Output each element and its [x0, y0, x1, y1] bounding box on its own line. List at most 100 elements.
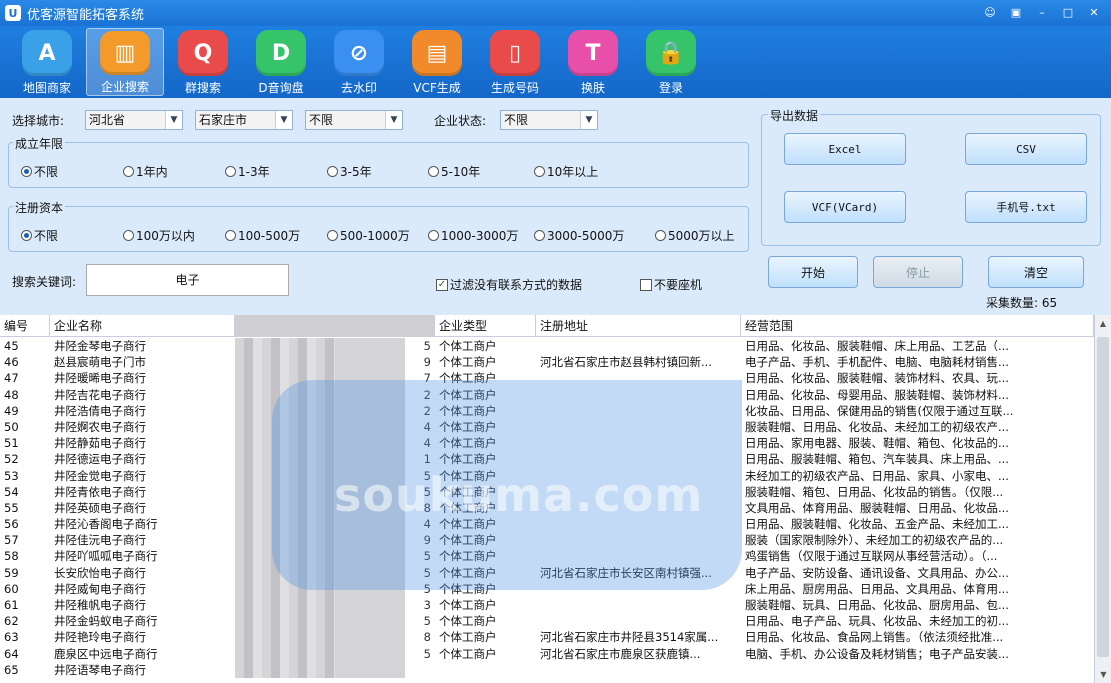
clear-button[interactable]: 清空	[988, 256, 1084, 288]
capital-option-4[interactable]: 1000-3000万	[428, 227, 518, 244]
table-row[interactable]: 56 井陉沁香阁电子商行 4 个体工商户 日用品、服装鞋帽、化妆品、五金产品、未经加工.…	[0, 516, 1094, 533]
radio-label: 5-10年	[441, 165, 481, 179]
table-row[interactable]: 45 井陉金琴电子商行 5 个体工商户 日用品、化妆品、服装鞋帽、床上用品、工艺品（..…	[0, 338, 1094, 355]
table-row[interactable]: 50 井陉婀农电子商行 4 个体工商户 服装鞋帽、日用品、化妆品、未经加工的初级农产..…	[0, 418, 1094, 436]
column-header-6[interactable]: 经营范围	[741, 315, 1094, 337]
capital-option-5[interactable]: 3000-5000万	[534, 227, 624, 244]
export-phone-txt-button[interactable]: 手机号.txt	[965, 191, 1087, 223]
toolbar-item-1[interactable]: A 地图商家	[8, 26, 86, 96]
founded-option-0[interactable]: 不限	[21, 163, 58, 180]
table-row[interactable]: 65 井陉语琴电子商行	[0, 661, 1094, 678]
toolbar-label: 企业搜索	[100, 80, 149, 94]
capital-option-1[interactable]: 100万以内	[123, 227, 195, 244]
title-bar: U 优客源智能拓客系统 ☺ ▣ – □ ✕	[0, 0, 1111, 26]
table-cell: 56	[4, 517, 19, 532]
capital-option-6[interactable]: 5000万以上	[655, 227, 735, 244]
city-select[interactable]: 石家庄市 ▼	[195, 110, 293, 130]
watermark-icon: ⊘	[334, 30, 384, 76]
table-cell: 个体工商户	[439, 339, 497, 353]
app-logo-icon: U	[5, 5, 21, 21]
table-cell: 井陉吉花电子商行	[54, 387, 146, 402]
scroll-down-icon[interactable]: ▼	[1095, 666, 1111, 683]
minimize-icon[interactable]: –	[1031, 3, 1053, 21]
table-row[interactable]: 58 井陉吖呱呱电子商行 5 个体工商户 鸡蛋销售（仅限于通过互联网从事经营活动）。（.…	[0, 548, 1094, 565]
founded-option-4[interactable]: 5-10年	[428, 163, 480, 180]
capital-option-3[interactable]: 500-1000万	[327, 227, 410, 244]
table-row[interactable]: 63 井陉艳玲电子商行 8 个体工商户 河北省石家庄市井陉县3514家属... 日用品、化…	[0, 629, 1094, 646]
capital-option-2[interactable]: 100-500万	[225, 227, 300, 244]
vertical-scrollbar[interactable]: ▲ ▼	[1094, 315, 1111, 683]
table-cell	[536, 662, 741, 678]
start-button[interactable]: 开始	[768, 256, 858, 288]
table-cell	[235, 564, 335, 581]
menu-icon[interactable]: ▣	[1005, 3, 1027, 21]
founded-option-1[interactable]: 1年内	[123, 163, 168, 180]
table-row[interactable]: 57 井陉佳沅电子商行 9 个体工商户 服装（国家限制除外）、未经加工的初级农产品的..…	[0, 532, 1094, 549]
table-cell: 65	[4, 662, 19, 677]
status-select[interactable]: 不限 ▼	[500, 110, 598, 130]
table-row[interactable]: 59 长安欣怡电子商行 5 个体工商户 河北省石家庄市长安区南村镇强... 电子产品、安防…	[0, 564, 1094, 581]
maximize-icon[interactable]: □	[1057, 3, 1079, 21]
radio-icon	[327, 230, 338, 241]
column-header-5[interactable]: 注册地址	[536, 315, 741, 337]
table-cell: 9	[335, 532, 435, 549]
radio-label: 不限	[34, 165, 59, 179]
capital-option-0[interactable]: 不限	[21, 227, 58, 244]
table-row[interactable]: 60 井陉威甸电子商行 5 个体工商户 床上用品、厨房用品、日用品、文具用品、体育用..…	[0, 580, 1094, 597]
table-cell: 井陉金觉电子商行	[54, 468, 146, 483]
table-row[interactable]: 64 鹿泉区中远电子商行 5 个体工商户 河北省石家庄市鹿泉区获鹿镇... 电脑、手机、办…	[0, 645, 1094, 662]
table-cell	[235, 418, 335, 436]
stop-button[interactable]: 停止	[873, 256, 963, 288]
column-header-1[interactable]: 企业名称	[50, 315, 235, 337]
skin-icon[interactable]: ☺	[979, 3, 1001, 21]
table-row[interactable]: 61 井陉稚帆电子商行 3 个体工商户 服装鞋帽、玩具、日用品、化妆品、厨房用品、包..…	[0, 597, 1094, 614]
export-vcf-button[interactable]: VCF(VCard)	[784, 191, 906, 223]
province-select[interactable]: 河北省 ▼	[85, 110, 183, 130]
table-cell	[235, 483, 335, 500]
keyword-input[interactable]: 电子	[86, 264, 289, 296]
filter-no-contact-label: 过滤没有联系方式的数据	[450, 278, 583, 292]
status-value: 不限	[501, 111, 581, 129]
toolbar-item-2[interactable]: ▥ 企业搜索	[86, 28, 164, 96]
table-cell: 日用品、化妆品、服装鞋帽、装饰材料、农具、玩...	[745, 371, 1009, 386]
filter-no-contact-checkbox[interactable]: ✓ 过滤没有联系方式的数据	[436, 276, 582, 293]
radio-label: 5000万以上	[668, 229, 735, 243]
scroll-up-icon[interactable]: ▲	[1095, 315, 1111, 332]
table-cell: 53	[4, 468, 19, 483]
column-header-4[interactable]: 企业类型	[435, 315, 536, 337]
radio-icon	[534, 166, 545, 177]
radio-icon	[534, 230, 545, 241]
close-icon[interactable]: ✕	[1083, 3, 1105, 21]
toolbar-item-6[interactable]: ▤ VCF生成	[398, 26, 476, 96]
table-row[interactable]: 55 井陉英硕电子商行 8 个体工商户 文具用品、体育用品、服装鞋帽、日用品、化妆品..…	[0, 499, 1094, 517]
table-cell	[536, 435, 741, 451]
toolbar-item-9[interactable]: 🔒 登录	[632, 26, 710, 96]
scroll-thumb[interactable]	[1097, 337, 1109, 657]
toolbar-item-3[interactable]: Q 群搜索	[164, 26, 242, 96]
founded-option-5[interactable]: 10年以上	[534, 163, 598, 180]
column-header-3[interactable]	[335, 315, 435, 337]
toolbar-item-7[interactable]: ▯ 生成号码	[476, 26, 554, 96]
column-header-0[interactable]: 编号	[0, 315, 50, 337]
table-row[interactable]: 62 井陉金蚂蚁电子商行 5 个体工商户 日用品、电子产品、玩具、化妆品、未经加工的初.…	[0, 613, 1094, 630]
table-row[interactable]: 48 井陉吉花电子商行 2 个体工商户 日用品、化妆品、母婴用品、服装鞋帽、装饰材料..…	[0, 386, 1094, 403]
founded-option-3[interactable]: 3-5年	[327, 163, 372, 180]
export-csv-button[interactable]: CSV	[965, 133, 1087, 165]
column-header-2[interactable]	[235, 315, 335, 337]
table-row[interactable]: 52 井陉德运电子商行 1 个体工商户 日用品、服装鞋帽、箱包、汽车装具、床上用品、..…	[0, 451, 1094, 468]
toolbar-item-8[interactable]: T 换肤	[554, 26, 632, 96]
table-row[interactable]: 51 井陉静茹电子商行 4 个体工商户 日用品、家用电器、服装、鞋帽、箱包、化妆品的..…	[0, 435, 1094, 452]
table-row[interactable]: 46 赵县宸萌电子门市 9 个体工商户 河北省石家庄市赵县韩村镇回新... 电子产品、手机…	[0, 354, 1094, 371]
district-select[interactable]: 不限 ▼	[305, 110, 403, 130]
table-cell	[536, 516, 741, 532]
founded-option-2[interactable]: 1-3年	[225, 163, 270, 180]
table-cell: 个体工商户	[439, 630, 497, 645]
toolbar-item-4[interactable]: D D音询盘	[242, 26, 320, 96]
table-row[interactable]: 53 井陉金觉电子商行 5 个体工商户 未经加工的初级农产品、日用品、家具、小家电、..…	[0, 467, 1094, 484]
table-row[interactable]: 47 井陉暖晞电子商行 7 个体工商户 日用品、化妆品、服装鞋帽、装饰材料、农具、玩..…	[0, 370, 1094, 387]
toolbar-item-5[interactable]: ⊘ 去水印	[320, 26, 398, 96]
export-excel-button[interactable]: Excel	[784, 133, 906, 165]
table-row[interactable]: 49 井陉浩倩电子商行 2 个体工商户 化妆品、日用品、保健用品的销售(仅限于通过互联.…	[0, 402, 1094, 419]
no-landline-checkbox[interactable]: 不要座机	[640, 276, 702, 293]
table-row[interactable]: 54 井陉青依电子商行 5 个体工商户 服装鞋帽、箱包、日用品、化妆品的销售。（仅限..…	[0, 483, 1094, 500]
